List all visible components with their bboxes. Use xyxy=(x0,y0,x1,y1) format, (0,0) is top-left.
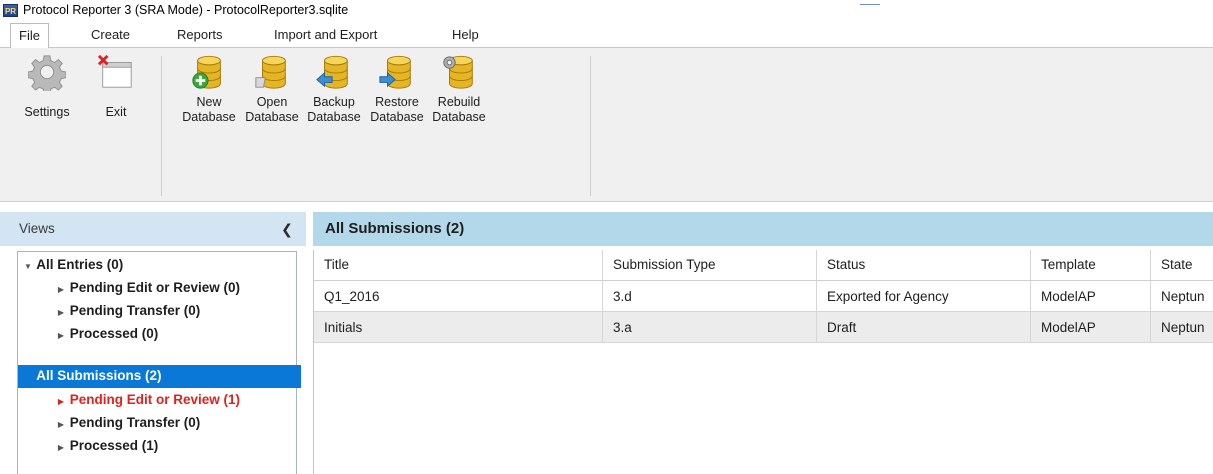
tree-item-label: Pending Edit or Review (1) xyxy=(69,392,241,407)
column-header-submission-type[interactable]: Submission Type xyxy=(603,250,817,281)
tree-item-entries-pending-edit[interactable]: ▶ Pending Edit or Review (0) xyxy=(18,277,334,300)
collapsed-arrow-icon[interactable]: ▶ xyxy=(56,325,66,347)
rebuild-database-label-line1: Rebuild xyxy=(437,95,481,109)
ribbon-separator xyxy=(161,56,162,196)
exit-window-icon xyxy=(97,54,132,88)
tree-item-submissions-pending-transfer[interactable]: ▶ Pending Transfer (0) xyxy=(18,412,334,435)
views-title: Views xyxy=(19,221,55,236)
cell-state: Neptun xyxy=(1151,312,1213,343)
expanded-arrow-icon[interactable]: ▼ xyxy=(23,256,33,278)
backup-database-label-line1: Backup xyxy=(313,95,355,109)
cell-title: Initials xyxy=(314,312,603,343)
chevron-left-icon[interactable]: ❮ xyxy=(280,221,294,237)
gear-icon xyxy=(28,55,66,91)
expanded-arrow-icon[interactable]: ▼ xyxy=(23,367,33,389)
collapsed-arrow-icon[interactable]: ▶ xyxy=(56,391,66,413)
restore-database-icon xyxy=(379,55,411,89)
column-header-template[interactable]: Template xyxy=(1031,250,1151,281)
tree-item-label: All Submissions (2) xyxy=(36,368,162,383)
cell-template: ModelAP xyxy=(1031,281,1151,312)
tab-create[interactable]: Create xyxy=(83,23,138,48)
top-edge-decoration xyxy=(860,0,880,5)
backup-database-button[interactable]: Backup Database xyxy=(303,53,365,125)
settings-label: Settings xyxy=(24,105,70,119)
open-database-button[interactable]: Open Database xyxy=(241,53,303,125)
tree-item-label: Pending Edit or Review (0) xyxy=(69,280,241,295)
cell-status: Draft xyxy=(817,312,1031,343)
tree-item-label: All Entries (0) xyxy=(36,257,124,272)
tree-item-label: Processed (1) xyxy=(69,438,159,453)
cell-submission-type: 3.d xyxy=(603,281,817,312)
new-database-label-line2: Database xyxy=(182,110,236,124)
collapsed-arrow-icon[interactable]: ▶ xyxy=(56,279,66,301)
app-icon: PR xyxy=(3,3,18,17)
rebuild-database-label-line2: Database xyxy=(432,110,486,124)
tree-item-submissions-pending-edit[interactable]: ▶ Pending Edit or Review (1) xyxy=(18,389,334,412)
open-database-icon xyxy=(255,55,286,89)
cell-state: Neptun xyxy=(1151,281,1213,312)
new-database-icon xyxy=(192,55,221,89)
ribbon: Settings Exit New Database Open Database… xyxy=(0,48,1213,202)
tree-item-label: Pending Transfer (0) xyxy=(69,303,201,318)
menu-bar: File Create Reports Import and Export He… xyxy=(0,20,1213,49)
tree-item-entries-pending-transfer[interactable]: ▶ Pending Transfer (0) xyxy=(18,300,334,323)
new-database-label-line1: New xyxy=(196,95,222,109)
backup-database-icon xyxy=(316,55,348,89)
tree-item-all-entries[interactable]: ▼ All Entries (0) xyxy=(18,254,301,277)
table-row[interactable]: Q1_2016 3.d Exported for Agency ModelAP … xyxy=(314,281,1213,312)
tree-item-submissions-processed[interactable]: ▶ Processed (1) xyxy=(18,435,334,458)
tab-help[interactable]: Help xyxy=(444,23,487,48)
collapsed-arrow-icon[interactable]: ▶ xyxy=(56,302,66,324)
column-header-title[interactable]: Title xyxy=(314,250,603,281)
exit-label: Exit xyxy=(105,105,127,119)
exit-button[interactable]: Exit xyxy=(93,53,139,120)
new-database-button[interactable]: New Database xyxy=(178,53,240,125)
tree-item-entries-processed[interactable]: ▶ Processed (0) xyxy=(18,323,334,346)
content-header: All Submissions (2) xyxy=(313,212,1213,246)
column-header-status[interactable]: Status xyxy=(817,250,1031,281)
cell-submission-type: 3.a xyxy=(603,312,817,343)
column-header-state[interactable]: State xyxy=(1151,250,1213,281)
collapsed-arrow-icon[interactable]: ▶ xyxy=(56,437,66,459)
tree-item-label: Processed (0) xyxy=(69,326,159,341)
cell-title: Q1_2016 xyxy=(314,281,603,312)
restore-database-label: Restore Database xyxy=(366,95,428,125)
tab-file[interactable]: File xyxy=(10,23,49,49)
restore-database-label-line2: Database xyxy=(370,110,424,124)
views-tree: ▼ All Entries (0) ▶ Pending Edit or Revi… xyxy=(17,251,301,474)
rebuild-database-icon xyxy=(443,55,473,89)
cell-status: Exported for Agency xyxy=(817,281,1031,312)
tree-item-label: Pending Transfer (0) xyxy=(69,415,201,430)
open-database-label-line2: Database xyxy=(245,110,299,124)
new-database-label: New Database xyxy=(178,95,240,125)
table-row[interactable]: Initials 3.a Draft ModelAP Neptun xyxy=(314,312,1213,343)
restore-database-button[interactable]: Restore Database xyxy=(366,53,428,125)
ribbon-separator xyxy=(590,56,591,196)
restore-database-label-line1: Restore xyxy=(375,95,419,109)
submissions-table: Title Submission Type Status Template St… xyxy=(313,250,1213,474)
tab-reports[interactable]: Reports xyxy=(169,23,231,48)
window-title: Protocol Reporter 3 (SRA Mode) - Protoco… xyxy=(23,3,349,17)
page-title: All Submissions (2) xyxy=(325,220,465,237)
tab-import-export[interactable]: Import and Export xyxy=(266,23,385,48)
collapsed-arrow-icon[interactable]: ▶ xyxy=(56,414,66,436)
backup-database-label-line2: Database xyxy=(307,110,361,124)
open-database-label: Open Database xyxy=(241,95,303,125)
cell-template: ModelAP xyxy=(1031,312,1151,343)
title-bar: PR Protocol Reporter 3 (SRA Mode) - Prot… xyxy=(0,0,1213,20)
rebuild-database-button[interactable]: Rebuild Database xyxy=(428,53,490,125)
open-database-label-line1: Open xyxy=(256,95,288,109)
views-panel-header: Views ❮ xyxy=(0,212,306,246)
backup-database-label: Backup Database xyxy=(303,95,365,125)
tree-item-all-submissions[interactable]: ▼ All Submissions (2) xyxy=(18,365,301,388)
settings-button[interactable]: Settings xyxy=(20,53,74,120)
rebuild-database-label: Rebuild Database xyxy=(428,95,490,125)
table-header-row: Title Submission Type Status Template St… xyxy=(314,250,1213,281)
